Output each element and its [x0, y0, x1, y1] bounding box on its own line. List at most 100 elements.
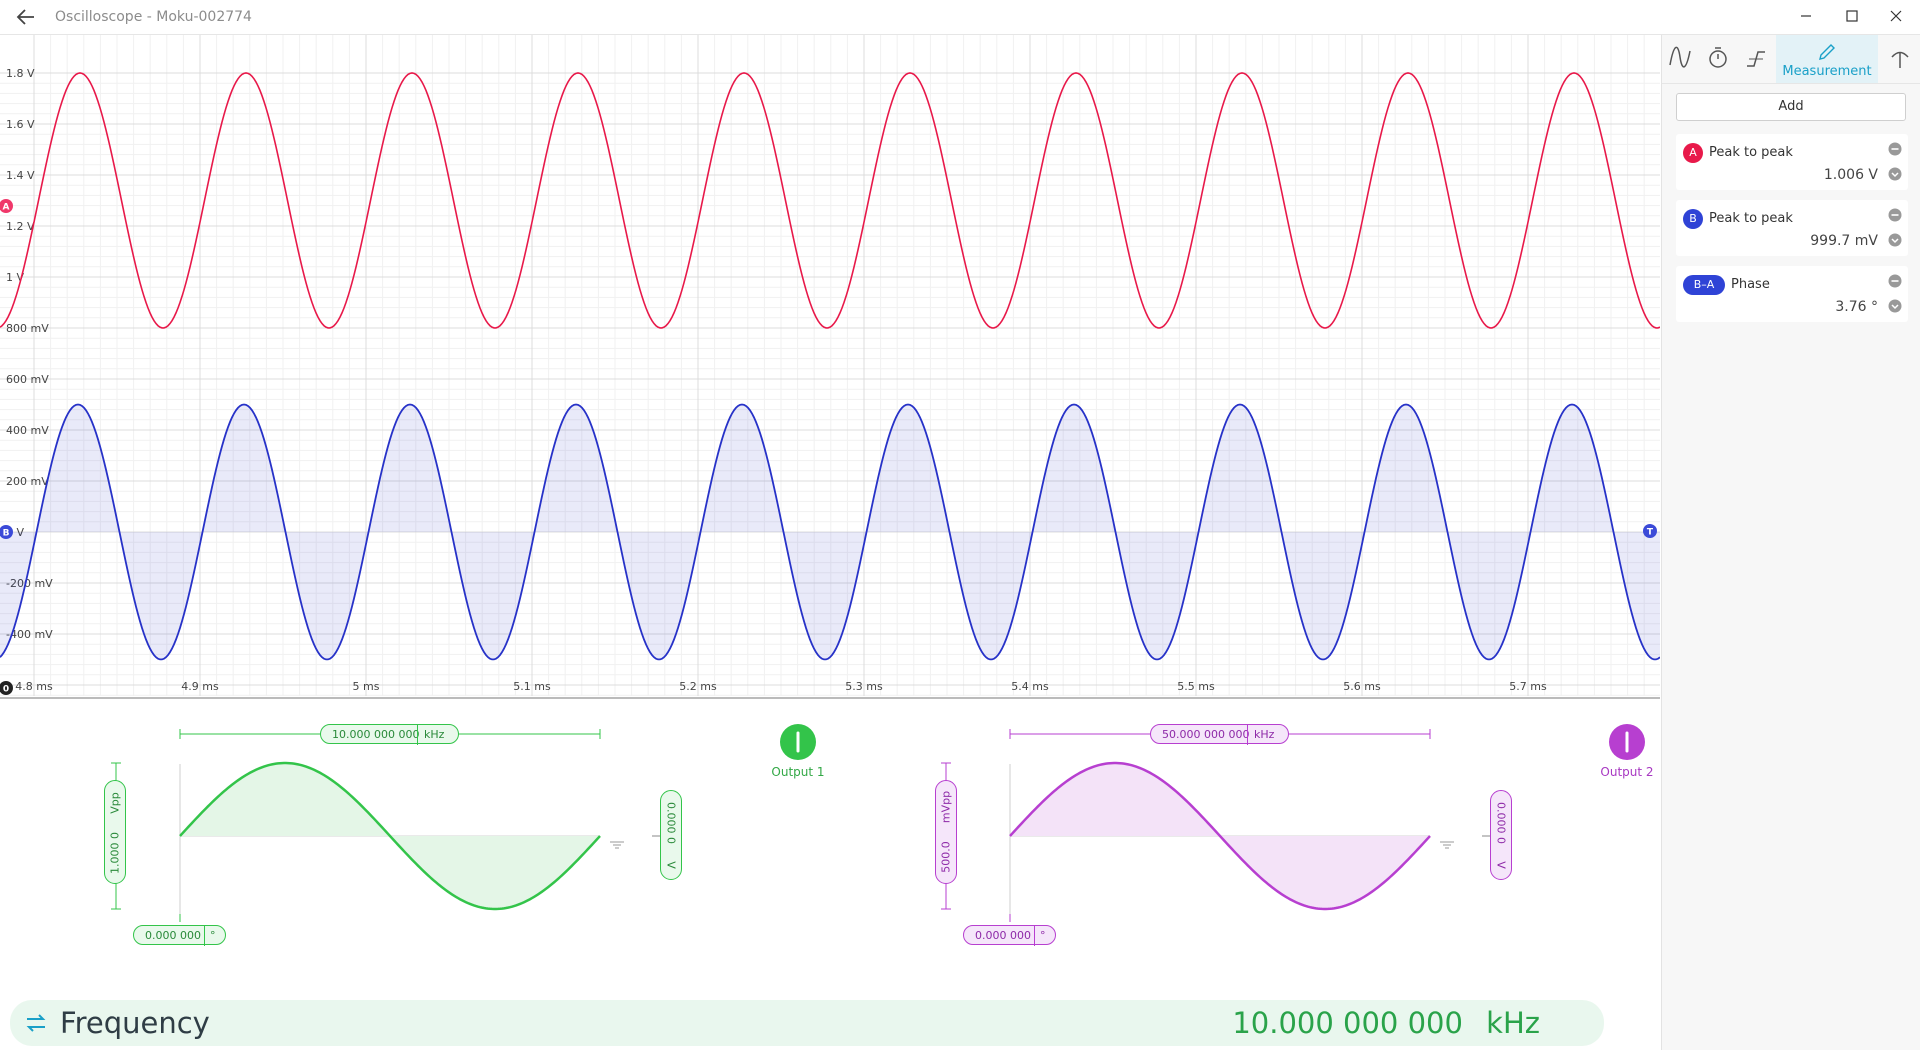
- channel-badge: B–A: [1683, 275, 1725, 295]
- gen1-offset-value: 0.000 0: [664, 802, 678, 844]
- measurement-value: 1.006 V: [1823, 167, 1878, 183]
- y-tick-label: 1.4 V: [6, 169, 35, 182]
- x-tick-label: 5.6 ms: [1343, 680, 1381, 693]
- gen1-frequency-value: 10.000 000 000: [332, 728, 420, 741]
- gen2-phase-unit: °: [1034, 926, 1046, 946]
- gen2-offset-control[interactable]: 0.000 0 V: [1490, 790, 1512, 880]
- gen1-amplitude-value: 1.000 0: [108, 832, 122, 874]
- gen1-frequency-control[interactable]: 10.000 000 000 kHz: [320, 724, 459, 745]
- gen1-offset-unit: V: [664, 861, 678, 869]
- frequency-value[interactable]: 10.000 000 000 kHz: [1232, 1006, 1540, 1040]
- measurement-value: 999.7 mV: [1810, 233, 1878, 249]
- measurement-card[interactable]: B–A Phase 3.76 °: [1676, 266, 1908, 322]
- output2-toggle[interactable]: [1608, 723, 1646, 761]
- scope-plot[interactable]: 1.8 V1.6 V1.4 V1.2 V1 V800 mV600 mV400 m…: [0, 35, 1661, 699]
- gen2-offset-value: 0.000 0: [1494, 802, 1508, 844]
- tab-trigger[interactable]: [1738, 35, 1774, 83]
- channel-a-offset-marker[interactable]: A: [0, 199, 13, 213]
- x-tick-label: 5.7 ms: [1509, 680, 1547, 693]
- tab-measurement-label: Measurement: [1782, 64, 1872, 79]
- gen1-frequency-unit: kHz: [417, 725, 444, 745]
- x-tick-label: 5 ms: [353, 680, 380, 693]
- x-tick-label: 5.5 ms: [1177, 680, 1215, 693]
- remove-icon[interactable]: [1888, 208, 1902, 222]
- x-tick-label: 4.9 ms: [181, 680, 219, 693]
- remove-icon[interactable]: [1888, 274, 1902, 288]
- marker-text: 0: [3, 685, 9, 695]
- y-tick-label: 1.8 V: [6, 67, 35, 80]
- marker-text: B: [3, 529, 10, 539]
- y-tick-label: 1.6 V: [6, 118, 35, 131]
- remove-icon[interactable]: [1888, 142, 1902, 156]
- sine-wave-icon: [1669, 46, 1691, 68]
- minimize-icon[interactable]: [1786, 4, 1826, 28]
- y-tick-label: 200 mV: [6, 475, 49, 488]
- generator-previews: [111, 729, 1490, 922]
- frequency-bar[interactable]: Frequency 10.000 000 000 kHz: [10, 1000, 1604, 1046]
- pencil-icon: [1819, 44, 1835, 60]
- chevron-down-icon[interactable]: [1888, 167, 1902, 181]
- marker-text: A: [3, 203, 10, 213]
- output1-toggle[interactable]: [779, 723, 817, 761]
- output2-label: Output 2: [1600, 765, 1654, 779]
- frequency-number: 10.000 000 000: [1232, 1006, 1463, 1040]
- channel-a-trace: [0, 72, 1661, 329]
- sidebar-tabs: Measurement: [1662, 35, 1920, 84]
- gen2-frequency-value: 50.000 000 000: [1162, 728, 1250, 741]
- ground-icon: [610, 841, 624, 849]
- timer-icon: [1709, 47, 1727, 68]
- gen2-phase-control[interactable]: 0.000 000 °: [963, 925, 1056, 946]
- gen1-phase-value: 0.000 000: [145, 929, 201, 942]
- x-tick-label: 5.4 ms: [1011, 680, 1049, 693]
- measurement-card[interactable]: A Peak to peak 1.006 V: [1676, 134, 1908, 190]
- tab-measurement[interactable]: Measurement: [1776, 35, 1878, 83]
- channel-badge: A: [1683, 143, 1703, 163]
- scope-display[interactable]: 1.8 V 1.6 V 1.4 V 1.2 V1 V 800 mV 600 mV 400 m…: [0, 35, 1661, 699]
- time-origin-marker[interactable]: 0: [0, 681, 13, 695]
- gen1-phase-control[interactable]: 0.000 000 °: [133, 925, 226, 946]
- chevron-down-icon[interactable]: [1888, 233, 1902, 247]
- x-tick-label: 4.8 ms: [15, 680, 53, 693]
- channel-badge: B: [1683, 209, 1703, 229]
- close-icon[interactable]: [1876, 4, 1916, 28]
- title-bar: Oscilloscope - Moku-002774: [0, 0, 1920, 35]
- gen1-amplitude-control[interactable]: 1.000 0 Vpp: [104, 780, 126, 884]
- frequency-unit: kHz: [1486, 1006, 1540, 1040]
- gen2-amplitude-control[interactable]: 500.0 mVpp: [935, 780, 957, 884]
- window-title: Oscilloscope - Moku-002774: [55, 9, 252, 25]
- tab-probe[interactable]: [1882, 35, 1918, 83]
- gen2-offset-unit: V: [1494, 861, 1508, 869]
- back-arrow-icon[interactable]: [14, 6, 38, 28]
- tab-probe-sine[interactable]: [1662, 35, 1698, 83]
- swap-arrows-icon[interactable]: [24, 1012, 48, 1034]
- gen2-frequency-unit: kHz: [1247, 725, 1274, 745]
- gen2-amplitude-value: 500.0: [939, 841, 953, 873]
- add-measurement-button[interactable]: Add: [1676, 93, 1906, 121]
- trigger-edge-icon: [1747, 51, 1765, 67]
- y-tick-label: 1.2 V: [6, 220, 35, 233]
- x-tick-label: 5.3 ms: [845, 680, 883, 693]
- y-tick-label: 800 mV: [6, 322, 49, 335]
- trigger-marker[interactable]: T: [1643, 524, 1657, 538]
- measurement-name: Phase: [1731, 277, 1770, 292]
- sidebar: Measurement Add A Peak to peak 1.006 V B…: [1661, 35, 1920, 1050]
- y-tick-label: 400 mV: [6, 424, 49, 437]
- measurement-name: Peak to peak: [1709, 145, 1793, 160]
- gen2-amplitude-unit: mVpp: [939, 790, 953, 824]
- probe-icon: [1891, 51, 1909, 68]
- maximize-icon[interactable]: [1832, 4, 1872, 28]
- y-tick-label: 600 mV: [6, 373, 49, 386]
- tab-timebase[interactable]: [1700, 35, 1736, 83]
- waveform-generators: 10.000 000 000 kHz 1.000 0 Vpp 0.000 0 V…: [0, 700, 1660, 1000]
- chevron-down-icon[interactable]: [1888, 299, 1902, 313]
- frequency-label: Frequency: [60, 1006, 210, 1040]
- gen1-amplitude-unit: Vpp: [108, 792, 122, 814]
- gen1-offset-control[interactable]: 0.000 0 V: [660, 790, 682, 880]
- measurement-name: Peak to peak: [1709, 211, 1793, 226]
- measurement-card[interactable]: B Peak to peak 999.7 mV: [1676, 200, 1908, 256]
- ground-icon: [1440, 841, 1454, 849]
- marker-text: T: [1647, 528, 1654, 538]
- gen1-phase-unit: °: [204, 926, 216, 946]
- gen2-phase-value: 0.000 000: [975, 929, 1031, 942]
- gen2-frequency-control[interactable]: 50.000 000 000 kHz: [1150, 724, 1289, 745]
